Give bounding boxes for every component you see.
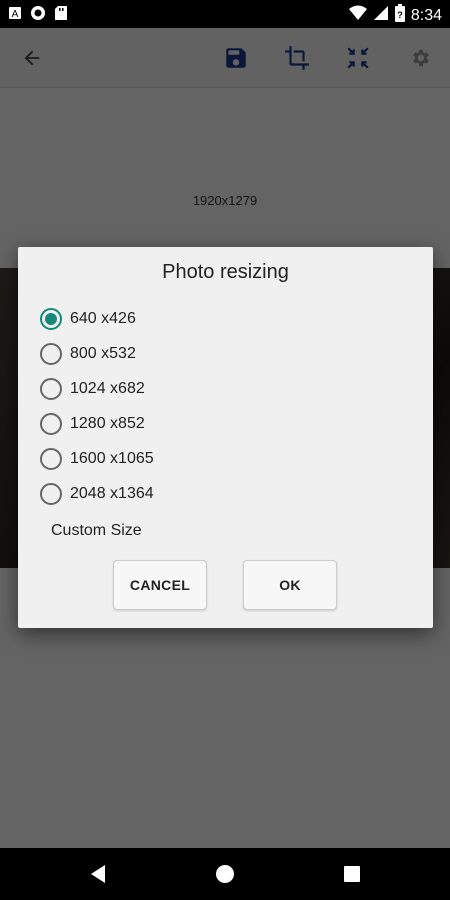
size-option-label: 640 x426	[70, 309, 136, 327]
wifi-icon	[348, 5, 367, 26]
radio-unchecked-icon[interactable]	[40, 342, 62, 365]
size-option-label: 1280 x852	[70, 414, 145, 432]
square-recents-icon	[344, 866, 360, 882]
radio-checked-icon[interactable]	[40, 307, 62, 330]
radio-unchecked-icon[interactable]	[40, 412, 62, 435]
record-icon	[30, 5, 46, 26]
status-bar: A ? 8:34	[0, 0, 450, 28]
signal-icon	[373, 5, 389, 26]
nav-home-button[interactable]	[213, 862, 237, 886]
nav-recents-button[interactable]	[340, 862, 364, 886]
nav-back-button[interactable]	[86, 862, 110, 886]
size-option-label: 1600 x1065	[70, 449, 154, 467]
sd-card-icon	[54, 5, 68, 26]
size-options: 640 x426 800 x532 1024 x682 1280 x852 16…	[40, 301, 154, 511]
battery-icon: ?	[394, 4, 405, 27]
svg-text:?: ?	[397, 10, 403, 20]
cancel-button[interactable]: CANCEL	[113, 560, 207, 610]
size-option-800[interactable]: 800 x532	[40, 336, 154, 371]
radio-unchecked-icon[interactable]	[40, 447, 62, 470]
size-option-2048[interactable]: 2048 x1364	[40, 476, 154, 511]
size-option-label: 2048 x1364	[70, 484, 154, 502]
radio-unchecked-icon[interactable]	[40, 377, 62, 400]
custom-size-link[interactable]: Custom Size	[51, 522, 142, 540]
photo-resizing-dialog: Photo resizing 640 x426 800 x532 1024 x6…	[18, 247, 433, 628]
svg-text:A: A	[12, 9, 19, 20]
size-option-1280[interactable]: 1280 x852	[40, 406, 154, 441]
notification-icon: A	[8, 6, 22, 25]
size-option-1600[interactable]: 1600 x1065	[40, 441, 154, 476]
radio-unchecked-icon[interactable]	[40, 482, 62, 505]
dialog-title: Photo resizing	[162, 261, 289, 283]
size-option-label: 1024 x682	[70, 379, 145, 397]
size-option-640[interactable]: 640 x426	[40, 301, 154, 336]
status-time: 8:34	[410, 6, 442, 24]
triangle-back-icon	[91, 865, 105, 883]
size-option-label: 800 x532	[70, 344, 136, 362]
circle-home-icon	[216, 865, 234, 883]
size-option-1024[interactable]: 1024 x682	[40, 371, 154, 406]
ok-button[interactable]: OK	[243, 560, 337, 610]
navigation-bar	[0, 848, 450, 900]
